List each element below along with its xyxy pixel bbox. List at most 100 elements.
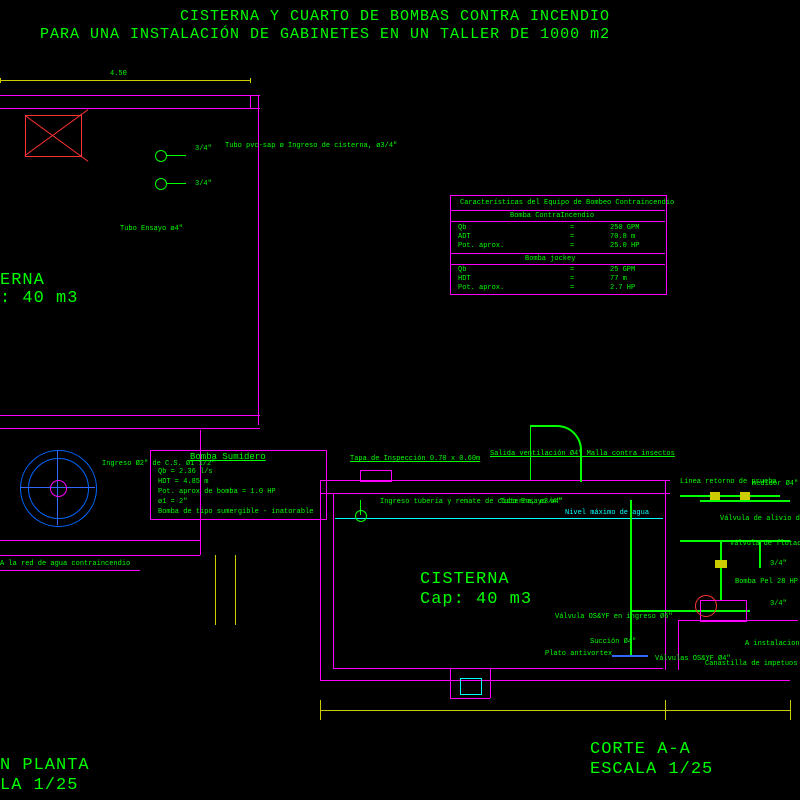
dim-line [320,710,790,711]
table-cell: 70.8 m [610,233,635,241]
table-cell: = [570,242,574,250]
section-wall [320,480,321,680]
plan-wall [0,570,140,571]
section-wall [320,680,790,681]
plan-wall [0,415,260,416]
table-sub1: Bomba ContraIncendio [510,212,594,220]
sump-l2: HDT = 4.85 m [158,478,208,486]
annot-bomba: Bomba Pel 28 HP [735,578,798,586]
pump-detail [50,480,67,497]
section-wall [665,480,666,670]
pipe [720,540,722,600]
section-wall [320,493,670,494]
dim-line [215,555,216,625]
valve-body [715,560,727,568]
annot-red: A la red de agua contraincendio [0,560,130,568]
section-cistern-label-1: CISTERNA [420,570,510,589]
valve-body [740,492,750,500]
dim-tick [790,700,791,720]
table-cell: 2.7 HP [610,284,635,292]
annot-salida: Salida ventilación Ø4" Malla contra inse… [490,450,675,458]
pipe [700,500,790,502]
table-cell: Pot. aprox. [458,284,504,292]
submersible-pump [460,678,482,695]
pipe-line [166,155,186,156]
section-footer-1: CORTE A-A [590,740,691,759]
sump-wall [490,668,491,698]
section-wall [333,493,334,668]
table-cell: = [570,266,574,274]
section-wall [333,668,663,669]
annot-ensayo: Tubo Ensayo ø4" [500,498,563,506]
valve-body [710,492,720,500]
sump-l4: ø1 = 2" [158,498,187,506]
dim-line [235,555,236,625]
table-cell: 77 m [610,275,627,283]
title-line2: PARA UNA INSTALACIÓN DE GABINETES EN UN … [40,26,610,43]
cistern-label-1: ERNA [0,271,45,290]
dim-value: 4.50 [110,70,127,78]
table-divider [450,210,665,211]
fitting-circle [155,178,167,190]
section-footer-2: ESCALA 1/25 [590,760,713,779]
inspection-hatch-section [360,470,392,482]
antivortex [612,655,648,657]
table-cell: 25.0 HP [610,242,639,250]
plan-wall [0,95,260,96]
fitting-circle [155,150,167,162]
pipe [680,495,780,497]
pipe-line [166,183,186,184]
annot-succion: Succión Ø4" [590,638,636,646]
pipe-size-label: 3/4" [770,600,787,608]
sump-l5: Bomba de tipo sumergible - inatorable [158,508,313,516]
table-cell: = [570,284,574,292]
table-cell: HDT [458,275,471,283]
table-divider [450,264,665,265]
pipe-size-label: 3/4" [195,180,212,188]
plan-wall [0,108,260,109]
annot-oscyf: Válvula OS&YF en ingreso Ø6" [555,613,673,621]
annot-tubo2: Tubo Ensayo ø4" [120,225,183,233]
pipe [759,540,761,568]
table-sub2: Bomba jockey [525,255,575,263]
dim-tick [250,78,251,83]
table-cell: Qb [458,266,466,274]
pipe [680,540,790,542]
sump-title: Bomba Sumidero [190,452,266,464]
sump-l1: Qb = 2.36 l/s [158,468,213,476]
dim-tick [0,78,1,83]
table-cell: = [570,275,574,283]
table-cell: 25 GPM [610,266,635,274]
annot-nivel: Nivel máximo de agua [565,509,649,517]
table-divider [450,221,665,222]
pipe-size-label: 3/4" [195,145,212,153]
plan-footer-1: N PLANTA [0,756,90,775]
table-cell: = [570,233,574,241]
dim-line [0,80,250,81]
sump-l3: Pot. aprox de bomba = 1.0 HP [158,488,276,496]
table-cell: Qb [458,224,466,232]
cistern-label-2: : 40 m3 [0,289,78,308]
plan-wall [250,95,251,109]
table-cell: = [570,224,574,232]
dim-tick [320,700,321,720]
plan-wall [0,540,200,541]
sump-wall [450,698,490,699]
annot-plato: Plato antivortex [545,650,612,658]
plan-wall [0,555,200,556]
plan-footer-2: LA 1/25 [0,776,78,795]
water-level [335,518,663,519]
title-line1: CISTERNA Y CUARTO DE BOMBAS CONTRA INCEN… [180,8,610,25]
annot-tubo: Tubo pvc-sap ø Ingreso de cisterna, ø3/4… [225,142,397,150]
annot-tapa: Tapa de Inspección 0.70 x 0.60m [350,455,480,463]
table-cell: Pot. aprox. [458,242,504,250]
dim-tick [665,700,666,720]
plan-wall [0,428,260,429]
annot-medidor: medidor Ø4" [752,480,798,488]
table-cell: ADT [458,233,471,241]
table-title: Características del Equipo de Bombeo Con… [460,199,674,207]
table-cell: 250 GPM [610,224,639,232]
annot-canast: Canastilla de impetuos [705,660,797,668]
fitting-circle [355,510,367,522]
suction-pipe [630,500,632,655]
